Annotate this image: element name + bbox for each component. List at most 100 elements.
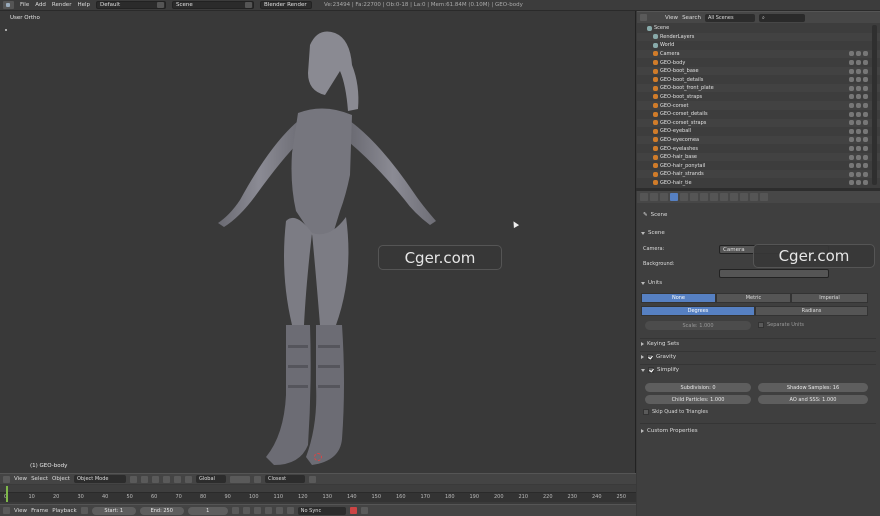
scene-section-header[interactable]: Scene	[641, 230, 665, 236]
play-reverse-icon[interactable]	[253, 507, 261, 514]
camera-icon[interactable]	[863, 128, 868, 134]
world-tab-icon[interactable]	[680, 193, 688, 201]
eye-icon[interactable]	[849, 111, 854, 117]
menu-frame[interactable]: Frame	[31, 508, 48, 514]
outliner-row[interactable]: GEO-body	[637, 58, 880, 66]
play-icon[interactable]	[264, 507, 272, 514]
outliner-row[interactable]: GEO-hair_base	[637, 153, 880, 162]
snap-icon[interactable]	[253, 475, 261, 483]
orientation-select[interactable]: Global	[195, 475, 226, 483]
outliner-row[interactable]: GEO-corset	[637, 101, 880, 110]
camera-icon[interactable]	[863, 85, 868, 91]
arrow-icon[interactable]	[856, 128, 861, 134]
rotate-icon[interactable]	[173, 475, 181, 483]
camera-icon[interactable]	[863, 120, 868, 126]
camera-icon[interactable]	[863, 154, 868, 160]
camera-icon[interactable]	[863, 103, 868, 109]
layout-selector[interactable]: Default	[96, 1, 167, 9]
display-mode-select[interactable]: All Scenes	[704, 13, 755, 22]
eye-icon[interactable]	[849, 146, 854, 152]
arrow-icon[interactable]	[856, 146, 861, 152]
unit-metric-button[interactable]: Metric	[716, 293, 791, 303]
menu-view[interactable]: View	[14, 508, 27, 514]
outliner-row[interactable]: GEO-eyecornea	[637, 135, 880, 145]
arrow-icon[interactable]	[856, 85, 861, 91]
outliner-row[interactable]: GEO-boot_base	[637, 67, 880, 76]
outliner-row[interactable]: Camera	[637, 49, 880, 59]
render-icon[interactable]	[308, 475, 316, 483]
record-icon[interactable]	[349, 507, 357, 514]
texture-tab-icon[interactable]	[740, 193, 748, 201]
keying-sets-header[interactable]: Keying Sets	[641, 341, 679, 347]
frame-ruler[interactable]: 0102030405060708090100110120130140150160…	[0, 492, 636, 502]
subdivision-field[interactable]: Subdivision: 0	[645, 383, 751, 392]
degrees-button[interactable]: Degrees	[641, 306, 755, 316]
camera-icon[interactable]	[863, 51, 868, 57]
outliner-row[interactable]: GEO-eyeball	[637, 127, 880, 135]
search-input[interactable]: ⌕	[758, 13, 805, 22]
outliner-row[interactable]: Scene	[637, 24, 880, 32]
close-icon[interactable]	[157, 2, 165, 8]
outliner-row[interactable]: GEO-eyelashes	[637, 144, 880, 152]
arrow-icon[interactable]	[856, 77, 861, 83]
outliner-row[interactable]: GEO-boot_straps	[637, 93, 880, 101]
gravity-header[interactable]: Gravity	[641, 354, 676, 360]
outliner-row[interactable]: GEO-corset_details	[637, 110, 880, 118]
eye-icon[interactable]	[849, 171, 854, 177]
units-section-header[interactable]: Units	[641, 280, 662, 286]
menu-search[interactable]: Search	[682, 15, 701, 21]
arrow-icon[interactable]	[856, 163, 861, 169]
camera-icon[interactable]	[863, 180, 868, 186]
eye-icon[interactable]	[849, 68, 854, 74]
jump-start-icon[interactable]	[231, 507, 239, 514]
shading-icon[interactable]	[129, 475, 137, 483]
unit-none-button[interactable]: None	[641, 293, 716, 303]
render-tab-icon[interactable]	[650, 193, 658, 201]
unit-imperial-button[interactable]: Imperial	[791, 293, 868, 303]
eye-icon[interactable]	[849, 85, 854, 91]
outliner-row[interactable]: World	[637, 41, 880, 49]
current-frame-field[interactable]: 1	[187, 506, 228, 515]
checkbox[interactable]	[643, 409, 649, 415]
3d-cursor-icon[interactable]	[314, 453, 322, 461]
ao-sss-field[interactable]: AO and SSS: 1.000	[758, 395, 868, 404]
eye-icon[interactable]	[849, 94, 854, 100]
camera-icon[interactable]	[863, 146, 868, 152]
editor-type-icon[interactable]	[3, 475, 10, 483]
camera-icon[interactable]	[863, 77, 868, 83]
outliner-row[interactable]: GEO-boot_details	[637, 76, 880, 84]
snap-target-select[interactable]: Closest	[264, 475, 305, 483]
physics-tab-icon[interactable]	[760, 193, 768, 201]
data-tab-icon[interactable]	[720, 193, 728, 201]
child-particles-field[interactable]: Child Particles: 1.000	[645, 395, 751, 404]
area-split[interactable]	[636, 188, 880, 191]
object-tab-icon[interactable]	[690, 193, 698, 201]
particles-tab-icon[interactable]	[750, 193, 758, 201]
editor-type-icon[interactable]	[640, 193, 648, 201]
camera-icon[interactable]	[863, 171, 868, 177]
scale-field[interactable]: Scale: 1.000	[645, 321, 751, 330]
outliner-row[interactable]: GEO-boot_front_plate	[637, 84, 880, 93]
properties-panel[interactable]: ✎ Scene Scene Camera: Camera Background: …	[637, 191, 880, 516]
camera-icon[interactable]	[863, 111, 868, 117]
camera-icon[interactable]	[863, 68, 868, 74]
editor-type-icon[interactable]	[640, 14, 647, 21]
gravity-checkbox[interactable]	[647, 354, 653, 360]
arrow-icon[interactable]	[856, 103, 861, 109]
modifiers-tab-icon[interactable]	[710, 193, 718, 201]
scene-selector[interactable]: Scene	[172, 1, 255, 9]
skip-quad-checkbox[interactable]: Skip Quad to Triangles	[643, 409, 708, 415]
arrow-icon[interactable]	[856, 120, 861, 126]
keying-set-icon[interactable]	[360, 507, 368, 514]
menu-view[interactable]: View	[665, 15, 678, 21]
outliner-row[interactable]: GEO-hair_strands	[637, 170, 880, 179]
outliner-row[interactable]: GEO-hair_ponytail	[637, 162, 880, 170]
layers-tab-icon[interactable]	[660, 193, 668, 201]
separate-units-checkbox[interactable]: Separate Units	[758, 322, 804, 328]
menu-help[interactable]: Help	[77, 2, 90, 8]
shadow-samples-field[interactable]: Shadow Samples: 16	[758, 383, 868, 392]
arrow-icon[interactable]	[856, 68, 861, 74]
pivot-icon[interactable]	[140, 475, 148, 483]
camera-icon[interactable]	[863, 94, 868, 100]
jump-end-icon[interactable]	[286, 507, 294, 514]
